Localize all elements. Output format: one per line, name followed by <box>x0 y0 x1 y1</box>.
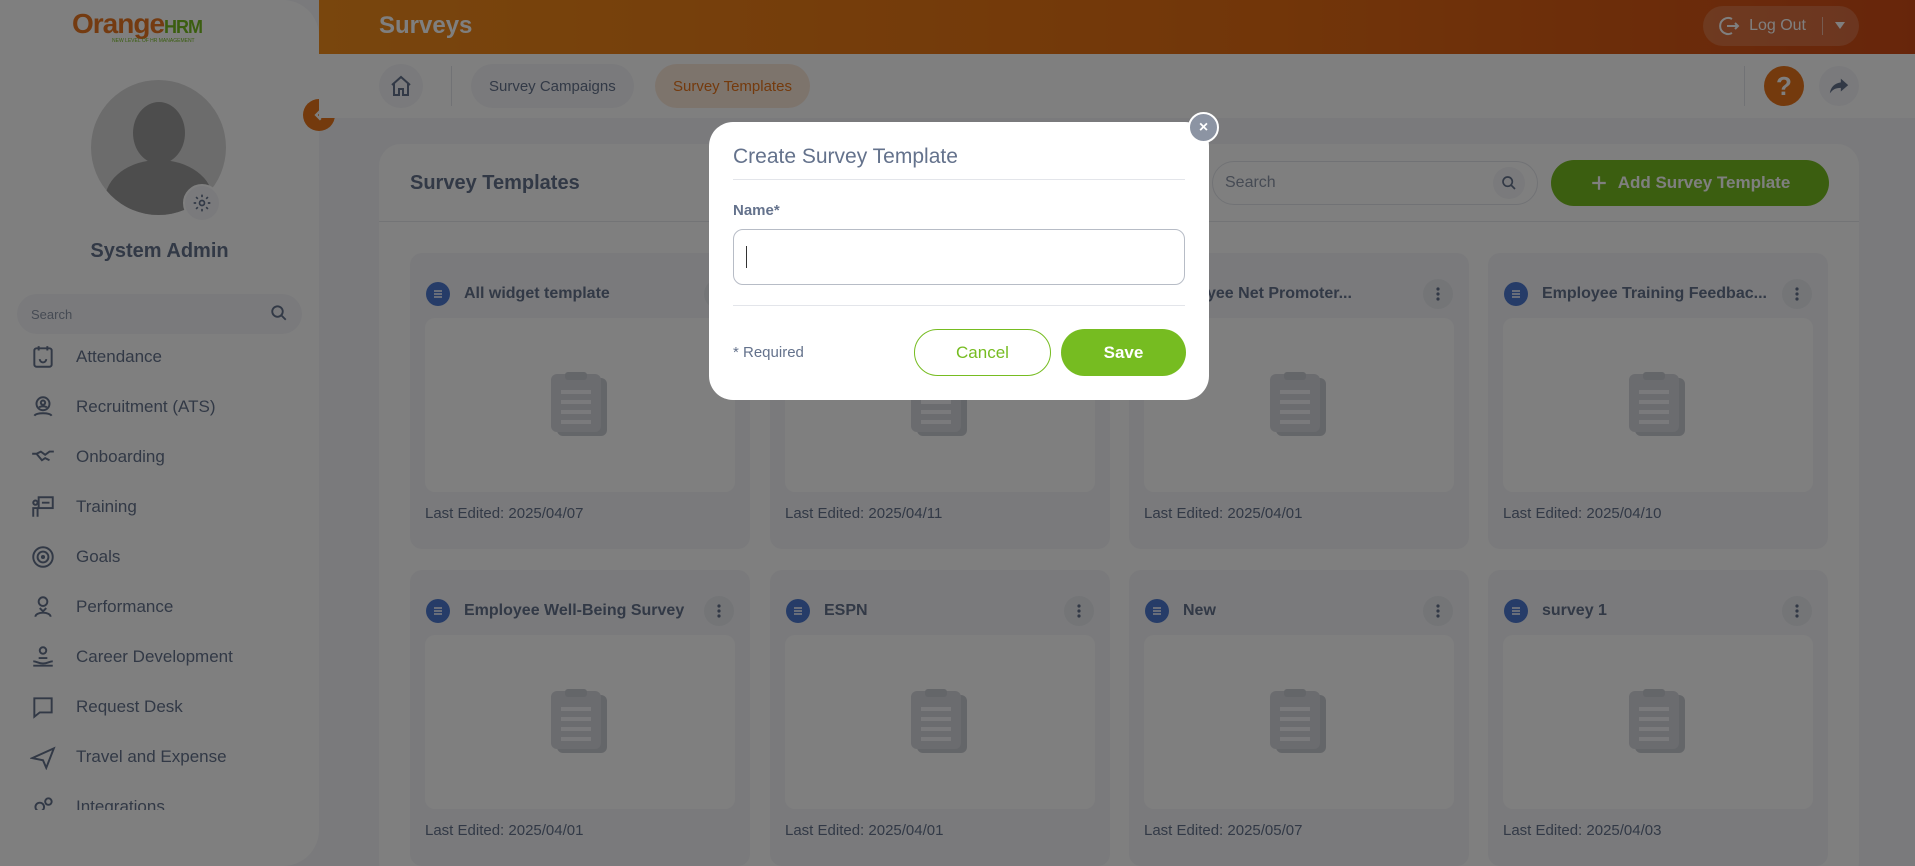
close-icon[interactable]: × <box>1188 112 1219 143</box>
required-note: * Required <box>733 344 804 361</box>
save-button[interactable]: Save <box>1061 329 1186 376</box>
dialog-divider <box>733 305 1185 306</box>
create-survey-template-dialog: Create Survey Template Name* * Required … <box>709 122 1209 400</box>
cancel-button[interactable]: Cancel <box>914 329 1051 376</box>
text-cursor <box>746 246 747 268</box>
name-label: Name* <box>733 202 780 219</box>
dialog-divider <box>733 179 1185 180</box>
name-field[interactable] <box>733 229 1185 285</box>
dialog-title: Create Survey Template <box>733 145 958 168</box>
